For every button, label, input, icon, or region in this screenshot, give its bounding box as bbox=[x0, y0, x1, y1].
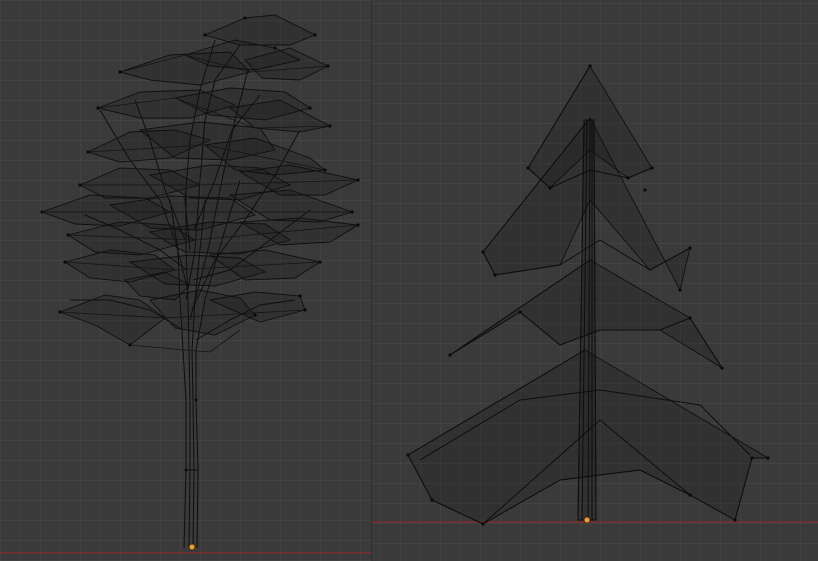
viewport-split bbox=[0, 0, 818, 561]
viewport-right[interactable] bbox=[372, 0, 818, 561]
origin-point[interactable] bbox=[583, 516, 591, 524]
leaf-cards bbox=[40, 14, 360, 346]
deciduous-tree-wireframe[interactable] bbox=[0, 0, 372, 561]
viewport-left[interactable] bbox=[0, 0, 372, 561]
pine-tree-wireframe[interactable] bbox=[372, 0, 818, 561]
origin-point[interactable] bbox=[188, 543, 196, 551]
